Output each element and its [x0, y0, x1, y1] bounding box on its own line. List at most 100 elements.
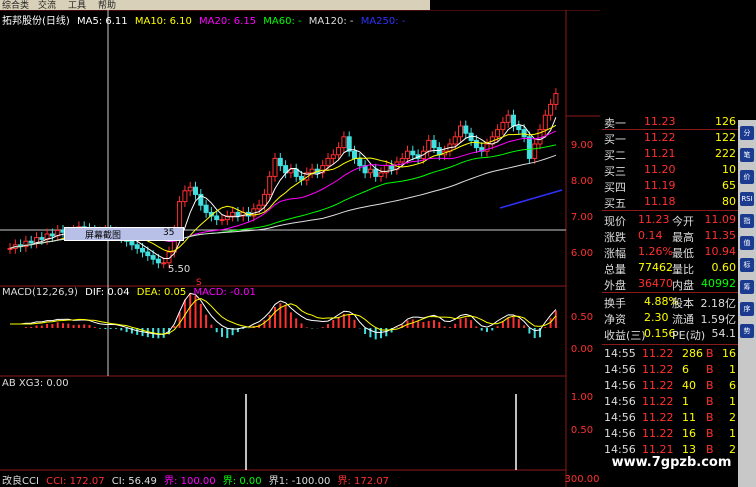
ma120-value: MA120: - [308, 16, 354, 27]
toolbar-button[interactable]: 序 [740, 302, 754, 316]
tick-side: B [706, 379, 714, 392]
toolbar-button[interactable]: 势 [740, 324, 754, 338]
candle-body [49, 233, 55, 237]
order-price: 11.22 [644, 131, 676, 144]
stats-row: 收益(三) 0.156 PE(动) 54.1 [602, 326, 738, 342]
ma60-value: MA60: - [263, 16, 302, 27]
price-axis-label: 9.00 [571, 140, 593, 151]
order-price: 11.21 [644, 147, 676, 160]
quote-value: 36470 [638, 277, 673, 290]
candle-body [336, 147, 342, 156]
stat-value: 0.156 [644, 327, 676, 340]
price-axis-label: 8.00 [571, 176, 593, 187]
limit-value: 界1: -100.00 [268, 476, 331, 487]
kline-chart-area[interactable]: 9.00 8.00 7.00 6.00 0.50 0.00 1.00 0.50 … [0, 10, 600, 487]
tick-volume: 6 [682, 363, 689, 376]
quote-value: 1.26% [638, 245, 673, 258]
tooltip-text: 屏幕截图 [85, 231, 122, 241]
toolbar-button[interactable]: 价 [740, 170, 754, 184]
candle-body [219, 219, 225, 222]
candle-body [532, 143, 538, 159]
order-volume: 222 [715, 147, 736, 160]
tick-time: 14:56 [604, 411, 636, 424]
candle-body [452, 136, 458, 145]
xg3-axis-label: 0.50 [571, 425, 593, 436]
order-book-row: 买三 11.20 10 [602, 162, 738, 178]
dif-value: DIF: 0.04 [85, 287, 130, 298]
candle-body [161, 262, 167, 265]
order-price: 11.19 [644, 179, 676, 192]
order-book-row: 卖一 11.23 126 [602, 114, 738, 130]
order-book-row: 买一 11.22 122 [602, 130, 738, 146]
toolbar-button[interactable]: 标 [740, 258, 754, 272]
quote-value: 11.23 [638, 213, 670, 226]
candle-body [155, 258, 161, 264]
panel-divider [602, 292, 738, 293]
candle-body [357, 157, 363, 167]
tick-price: 11.22 [642, 347, 674, 360]
toolbar-button[interactable]: RSI [740, 192, 754, 206]
low-price-label: 5.50 [168, 264, 190, 275]
candle-body [352, 150, 357, 159]
toolbar-button[interactable]: 分 [740, 126, 754, 140]
quote-value: 10.94 [704, 245, 737, 258]
candle-body [410, 150, 416, 156]
tick-side: B [706, 395, 714, 408]
candle-body [458, 125, 463, 138]
quote-row: 总量 77462 量比 0.60 [602, 260, 738, 276]
candle-body [182, 190, 188, 203]
tooltip-count: 35 [163, 228, 175, 238]
cci-value: CCI: 172.07 [46, 476, 105, 487]
cci-name: 改良CCI [2, 476, 39, 487]
order-label: 买三 [604, 165, 626, 178]
dea-value: DEA: 0.05 [136, 287, 187, 298]
candle-body [325, 157, 331, 167]
panel-divider [602, 344, 738, 345]
stock-name: 拓邦股份(日线) [2, 16, 70, 27]
tick-time: 14:55 [604, 347, 636, 360]
order-label: 买二 [604, 149, 626, 162]
candle-body [235, 211, 241, 217]
candle-body [7, 247, 13, 250]
candle-body [129, 240, 135, 246]
order-price: 11.18 [644, 195, 676, 208]
tick-count: 1 [729, 363, 736, 376]
toolbar-button[interactable]: 笔 [740, 148, 754, 162]
tick-row: 14:56 11.22 6 B 1 [602, 362, 738, 378]
order-label: 买四 [604, 181, 626, 194]
candle-body [436, 147, 442, 156]
xg3-header: AB XG3: 0.00 [2, 378, 73, 389]
tick-side: B [706, 363, 714, 376]
candle-body [431, 139, 437, 149]
candle-body [134, 244, 140, 249]
order-price: 11.23 [644, 115, 676, 128]
candle-body [277, 157, 283, 167]
toolbar-button[interactable]: 值 [740, 236, 754, 250]
macd-line [10, 297, 557, 335]
quote-row: 现价 11.23 今开 11.09 [602, 212, 738, 228]
candle-body [140, 247, 145, 253]
macd-header: MACD(12,26,9) DIF: 0.04 DEA: 0.05 MACD: … [2, 287, 260, 298]
candle-body [272, 157, 278, 177]
order-volume: 10 [722, 163, 736, 176]
toolbar-button[interactable]: 筹 [740, 280, 754, 294]
candle-body [341, 136, 347, 149]
order-label: 买一 [604, 133, 626, 146]
stat-value: 1.59亿 [700, 313, 737, 326]
order-book-row: 买五 11.18 80 [602, 194, 738, 210]
tick-price: 11.22 [642, 427, 674, 440]
stat-label: PE(动) [672, 329, 706, 342]
panel-divider [602, 210, 738, 211]
candle-body [267, 175, 273, 195]
candle-body [405, 150, 410, 159]
candle-body [495, 129, 501, 138]
toolbar-button[interactable]: 指 [740, 214, 754, 228]
candle-body [256, 204, 262, 210]
quote-value: 77462 [638, 261, 673, 274]
tick-time: 14:56 [604, 379, 636, 392]
tick-count: 6 [729, 379, 736, 392]
candle-body [473, 139, 479, 149]
candle-body [346, 136, 352, 152]
watermark-text: www.7gpzb.com [611, 455, 732, 470]
quote-value: 40992 [701, 277, 736, 290]
